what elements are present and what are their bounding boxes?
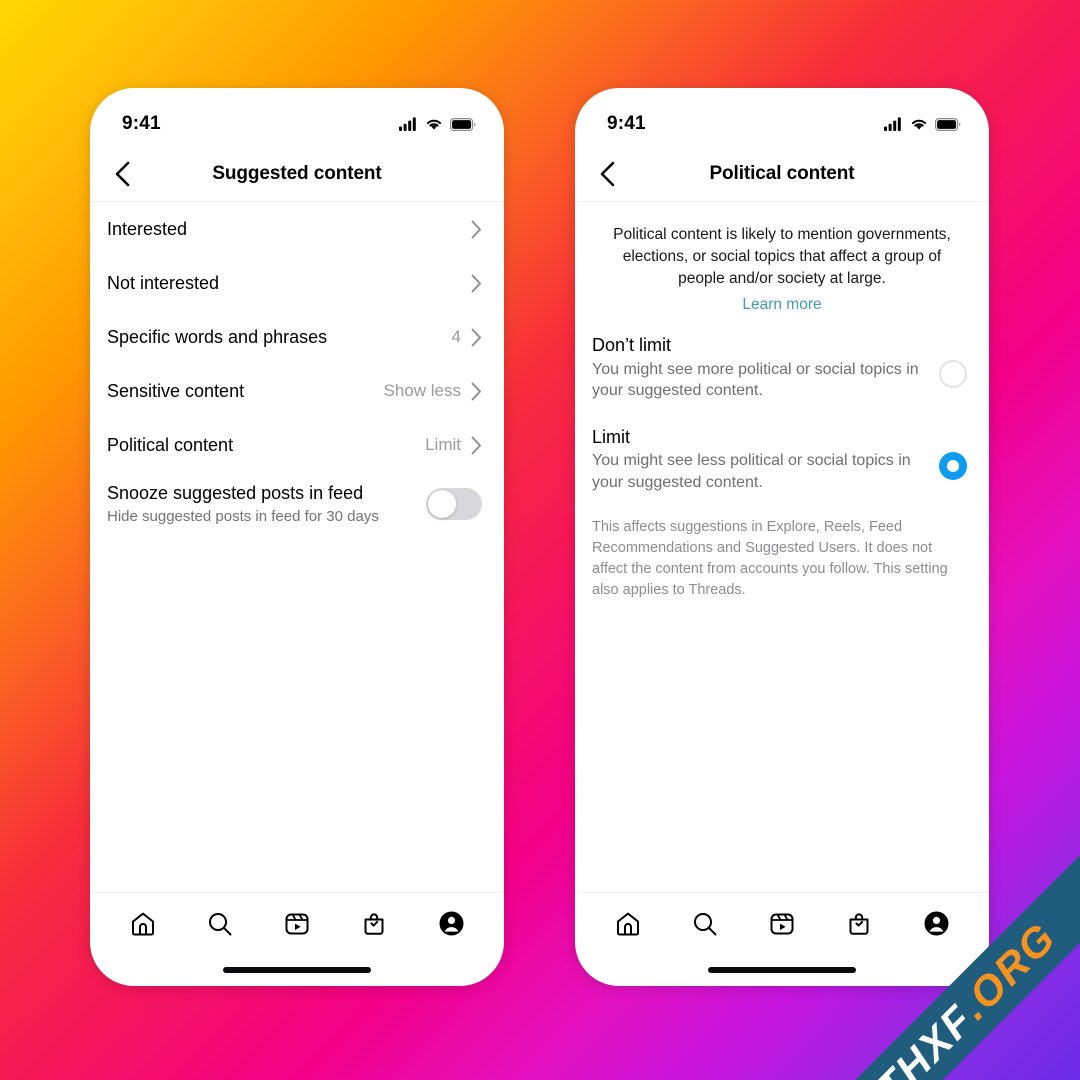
wifi-icon — [426, 119, 442, 130]
screenshot-canvas: 9:41 Suggested content Interested Not in… — [0, 0, 1080, 1080]
battery-icon — [935, 117, 961, 131]
radio-limit[interactable] — [939, 451, 967, 480]
phone-political-content: 9:41 Political content Political content… — [575, 88, 989, 986]
search-icon — [693, 912, 717, 935]
status-time: 9:41 — [122, 113, 161, 134]
row-main: Not interested — [107, 272, 461, 295]
snooze-toggle[interactable] — [426, 488, 482, 520]
political-content-body: Political content is likely to mention g… — [575, 202, 989, 892]
description-text: Political content is likely to mention g… — [613, 226, 951, 287]
tab-bar — [90, 892, 504, 954]
list-item-value: Show less — [383, 381, 461, 400]
page-title: Suggested content — [212, 162, 382, 184]
chevron-right-icon — [471, 220, 482, 239]
chevron-right-icon — [471, 436, 482, 455]
tab-shop[interactable] — [350, 900, 398, 948]
tab-bar — [575, 892, 989, 954]
list-item-political-content[interactable]: Political content Limit — [90, 418, 504, 472]
option-main: Limit You might see less political or so… — [592, 426, 939, 494]
tab-profile[interactable] — [427, 900, 475, 948]
home-indicator[interactable] — [708, 967, 856, 973]
option-dont-limit[interactable]: Don’t limit You might see more political… — [575, 314, 989, 406]
list-item-value: 4 — [451, 327, 461, 346]
tab-search[interactable] — [196, 900, 244, 948]
settings-list: Interested Not interested Specific words… — [90, 202, 504, 892]
list-item-specific-words[interactable]: Specific words and phrases 4 — [90, 310, 504, 364]
radio-dont-limit[interactable] — [939, 360, 967, 388]
home-indicator-area — [575, 954, 989, 986]
option-title: Limit — [592, 426, 631, 447]
row-main: Specific words and phrases — [107, 326, 452, 349]
description-block: Political content is likely to mention g… — [575, 202, 989, 314]
status-icons — [884, 117, 961, 131]
tab-reels[interactable] — [758, 900, 806, 948]
list-item-interested[interactable]: Interested — [90, 202, 504, 256]
status-bar: 9:41 — [575, 88, 989, 146]
search-icon — [208, 912, 232, 935]
tab-home[interactable] — [604, 900, 652, 948]
home-indicator[interactable] — [223, 967, 371, 973]
signal-bars-icon — [399, 117, 416, 131]
back-button[interactable] — [104, 155, 142, 193]
option-description: You might see more political or social t… — [592, 360, 919, 400]
shop-icon — [849, 912, 869, 935]
learn-more-link[interactable]: Learn more — [742, 296, 821, 314]
status-icons — [399, 117, 476, 131]
shop-icon — [364, 912, 384, 935]
home-indicator-area — [90, 954, 504, 986]
tab-profile[interactable] — [912, 900, 960, 948]
wifi-icon — [911, 119, 927, 130]
toggle-knob — [428, 490, 456, 518]
chevron-left-icon — [600, 161, 615, 186]
tab-home[interactable] — [119, 900, 167, 948]
footnote-text: This affects suggestions in Explore, Ree… — [592, 519, 948, 599]
back-button[interactable] — [589, 155, 627, 193]
profile-icon — [439, 911, 464, 936]
list-item-label: Political content — [107, 434, 234, 455]
chevron-right-icon — [471, 274, 482, 293]
row-main: Interested — [107, 218, 461, 241]
profile-icon — [924, 911, 949, 936]
option-limit[interactable]: Limit You might see less political or so… — [575, 406, 989, 498]
chevron-right-icon — [471, 328, 482, 347]
list-item-sensitive-content[interactable]: Sensitive content Show less — [90, 364, 504, 418]
home-icon — [616, 912, 639, 935]
list-item-snooze-suggested-posts[interactable]: Snooze suggested posts in feed Hide sugg… — [90, 472, 504, 536]
home-icon — [131, 912, 154, 935]
reels-icon — [285, 913, 309, 934]
option-title: Don’t limit — [592, 335, 672, 355]
list-item-label: Not interested — [107, 272, 220, 293]
nav-header: Suggested content — [90, 146, 504, 202]
row-main: Snooze suggested posts in feed Hide sugg… — [107, 482, 426, 526]
phone-suggested-content: 9:41 Suggested content Interested Not in… — [90, 88, 504, 986]
snooze-sublabel: Hide suggested posts in feed for 30 days — [107, 507, 379, 525]
reels-icon — [770, 913, 794, 934]
option-description: You might see less political or social t… — [592, 452, 911, 491]
page-title: Political content — [709, 162, 855, 184]
list-item-label: Interested — [107, 218, 188, 239]
list-item-label: Specific words and phrases — [107, 326, 328, 347]
battery-icon — [450, 117, 476, 131]
snooze-label: Snooze suggested posts in feed — [107, 483, 364, 503]
status-bar: 9:41 — [90, 88, 504, 146]
signal-bars-icon — [884, 117, 901, 131]
chevron-left-icon — [115, 161, 130, 186]
status-time: 9:41 — [607, 113, 646, 134]
list-item-not-interested[interactable]: Not interested — [90, 256, 504, 310]
nav-header: Political content — [575, 146, 989, 202]
tab-shop[interactable] — [835, 900, 883, 948]
row-main: Political content — [107, 434, 425, 457]
tab-search[interactable] — [681, 900, 729, 948]
list-item-label: Sensitive content — [107, 380, 245, 401]
chevron-right-icon — [471, 382, 482, 401]
list-item-value: Limit — [425, 435, 461, 454]
tab-reels[interactable] — [273, 900, 321, 948]
row-main: Sensitive content — [107, 380, 384, 403]
option-main: Don’t limit You might see more political… — [592, 334, 939, 402]
